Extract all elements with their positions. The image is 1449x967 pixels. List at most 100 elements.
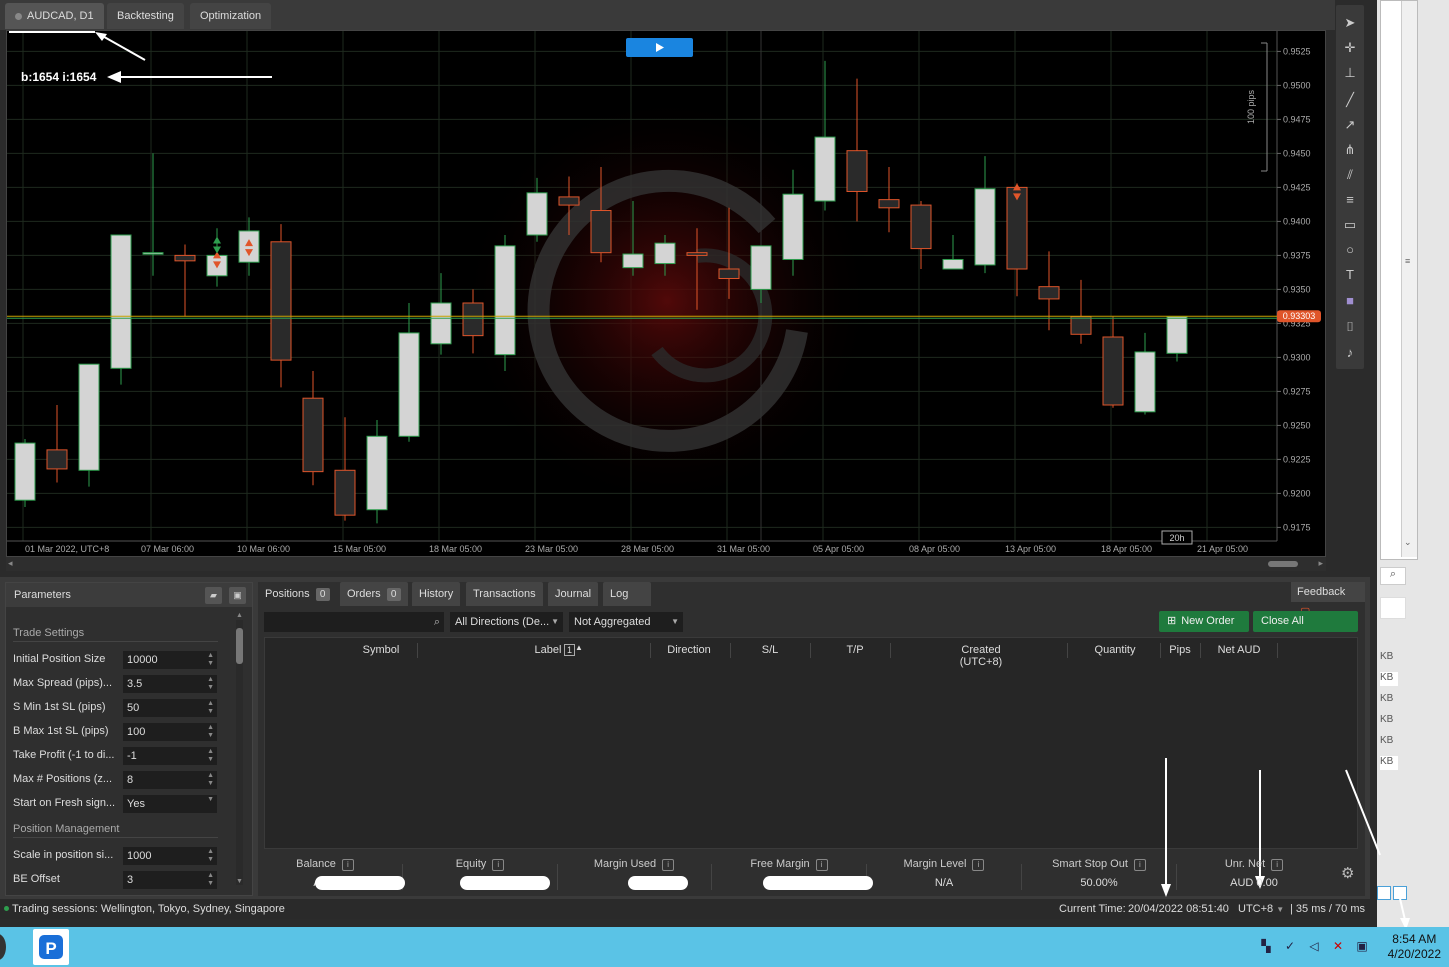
- tab-optimization[interactable]: Optimization: [190, 3, 272, 29]
- param-input[interactable]: 3 ▲ ▼: [123, 871, 217, 889]
- scroll-thumb[interactable]: [1268, 561, 1298, 567]
- ctrader-app-icon[interactable]: P: [33, 929, 69, 965]
- tab-log[interactable]: Log: [603, 582, 651, 606]
- spinner-icon[interactable]: ▲ ▼: [207, 652, 214, 668]
- column-header[interactable]: Direction: [649, 644, 729, 656]
- price-axis[interactable]: 0.9525 0.9500 0.9475 0.9450 0.9425 0.9400 0.93…: [1276, 31, 1326, 557]
- save-icon[interactable]: ▣: [229, 587, 246, 604]
- column-header[interactable]: Net AUD: [1199, 644, 1279, 656]
- fibonacci-icon[interactable]: ≡: [1340, 190, 1360, 210]
- param-input[interactable]: 1000 ▲ ▼: [123, 847, 217, 865]
- text-icon[interactable]: T: [1340, 265, 1360, 285]
- candle[interactable]: [302, 371, 324, 486]
- info-icon[interactable]: i: [662, 859, 675, 871]
- scroll-left-icon[interactable]: ◂: [8, 558, 13, 569]
- info-icon[interactable]: i: [341, 859, 354, 871]
- candle[interactable]: [878, 167, 900, 233]
- trend-line-icon[interactable]: ╱: [1340, 90, 1360, 110]
- ray-icon[interactable]: ↗: [1340, 115, 1360, 135]
- info-icon[interactable]: i: [1271, 859, 1284, 871]
- tab-orders[interactable]: Orders 0: [340, 582, 408, 606]
- spinner-icon[interactable]: ▲ ▼: [207, 848, 214, 864]
- param-input[interactable]: Yes ▼: [123, 795, 217, 813]
- candle[interactable]: [1166, 316, 1188, 362]
- play-button[interactable]: [626, 38, 693, 57]
- candle[interactable]: [494, 235, 516, 371]
- trade-marker[interactable]: [213, 236, 221, 244]
- candle[interactable]: [238, 217, 260, 276]
- tab-journal[interactable]: Journal: [548, 582, 599, 606]
- candle[interactable]: [14, 439, 36, 507]
- feedback-button[interactable]: Feedback ▢: [1291, 582, 1365, 618]
- tab-positions[interactable]: Positions 0: [258, 582, 337, 606]
- new-order-button[interactable]: ⊞ New Order: [1159, 611, 1249, 632]
- spinner-icon[interactable]: ▲ ▼: [207, 676, 214, 692]
- horizontal-line-icon[interactable]: ⊥: [1340, 63, 1360, 83]
- error-tray-icon[interactable]: ✕: [1330, 939, 1346, 955]
- param-input[interactable]: -1 ▲ ▼: [123, 747, 217, 765]
- info-icon[interactable]: i: [1133, 859, 1146, 871]
- candle[interactable]: [46, 405, 68, 483]
- chart-horizontal-scrollbar[interactable]: ◂ ▸: [6, 557, 1326, 571]
- parameters-scrollbar[interactable]: ▲ ▼: [236, 612, 243, 885]
- crosshair-icon[interactable]: ✛: [1340, 38, 1360, 58]
- tab-history[interactable]: History: [412, 582, 461, 606]
- info-icon[interactable]: i: [972, 859, 985, 871]
- candle[interactable]: [142, 153, 164, 276]
- spinner-icon[interactable]: ▲ ▼: [207, 748, 214, 764]
- tab-backtesting[interactable]: Backtesting: [107, 3, 184, 29]
- candle[interactable]: [334, 417, 356, 521]
- timezone-select[interactable]: UTC+8 ▼: [1238, 900, 1284, 919]
- security-tray-icon[interactable]: ✓: [1282, 939, 1298, 955]
- trade-marker[interactable]: [213, 246, 221, 254]
- close-all-positions-button[interactable]: Close All Positions: [1253, 611, 1358, 648]
- candle[interactable]: [270, 224, 292, 388]
- network-tray-icon[interactable]: ▚: [1258, 939, 1274, 955]
- color-swatch-icon[interactable]: ■: [1340, 291, 1360, 311]
- param-input[interactable]: 50 ▲ ▼: [123, 699, 217, 717]
- param-input[interactable]: 100 ▲ ▼: [123, 723, 217, 741]
- date-axis[interactable]: 01 Mar 2022, UTC+8 07 Mar 06:00 10 Mar 06:…: [7, 540, 1277, 557]
- candle[interactable]: [814, 60, 836, 211]
- scroll-thumb[interactable]: [236, 628, 243, 664]
- gear-icon[interactable]: ⚙: [1341, 864, 1354, 882]
- folder-icon[interactable]: ▰: [205, 587, 222, 604]
- candle[interactable]: [78, 363, 100, 487]
- candle[interactable]: [974, 156, 996, 274]
- candle[interactable]: [174, 244, 196, 317]
- tab-audcad-d1[interactable]: AUDCAD, D1: [5, 3, 104, 29]
- candle[interactable]: [366, 419, 388, 524]
- spinner-icon[interactable]: ▲ ▼: [207, 872, 214, 888]
- direction-select[interactable]: All Directions (De... ▼: [450, 612, 563, 632]
- details-view-icon[interactable]: [1377, 886, 1391, 900]
- taskbar-clock[interactable]: 8:54 AM 4/20/2022: [1388, 932, 1441, 962]
- info-icon[interactable]: i: [815, 859, 828, 871]
- candle[interactable]: [942, 235, 964, 270]
- candle[interactable]: [910, 201, 932, 269]
- search-input[interactable]: ⌕: [264, 612, 444, 632]
- bell-icon[interactable]: ♪: [1340, 343, 1360, 363]
- spinner-icon[interactable]: ▲ ▼: [207, 772, 214, 788]
- candlestick-chart[interactable]: 0.9525 0.9500 0.9475 0.9450 0.9425 0.9400 0.93…: [7, 31, 1326, 557]
- spinner-icon[interactable]: ▲ ▼: [207, 700, 214, 716]
- preview-view-icon[interactable]: [1393, 886, 1407, 900]
- column-header[interactable]: Created (UTC+8): [941, 644, 1021, 668]
- column-header[interactable]: S/L: [730, 644, 810, 656]
- scroll-right-icon[interactable]: ▸: [1318, 558, 1323, 569]
- param-input[interactable]: 8 ▲ ▼: [123, 771, 217, 789]
- channel-icon[interactable]: ⫽: [1340, 165, 1360, 185]
- background-search-icon[interactable]: ⌕: [1380, 567, 1406, 585]
- chart-area[interactable]: 0.9525 0.9500 0.9475 0.9450 0.9425 0.9400 0.93…: [6, 30, 1326, 557]
- candle[interactable]: [1134, 332, 1156, 415]
- column-header[interactable]: T/P: [815, 644, 895, 656]
- param-input[interactable]: 10000 ▲ ▼: [123, 651, 217, 669]
- candle[interactable]: [1102, 316, 1124, 408]
- spinner-icon[interactable]: ▲ ▼: [207, 724, 214, 740]
- candle[interactable]: [110, 234, 132, 385]
- info-icon[interactable]: i: [492, 859, 505, 871]
- aggregation-select[interactable]: Not Aggregated ▼: [569, 612, 683, 632]
- chevron-down-icon[interactable]: ⌄: [1404, 537, 1412, 548]
- background-scrollbar[interactable]: ≡ ⌄: [1401, 1, 1417, 557]
- candle[interactable]: [430, 273, 452, 355]
- display-tray-icon[interactable]: ▣: [1354, 939, 1370, 955]
